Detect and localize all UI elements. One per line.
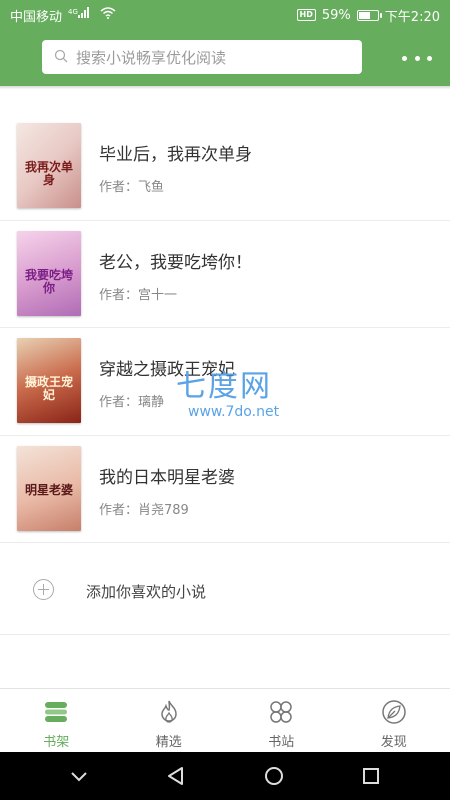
four-circles-icon: [270, 701, 292, 723]
book-item[interactable]: 明星老婆 我的日本明星老婆 作者：肖尧789: [0, 436, 450, 543]
svg-text:4G: 4G: [68, 8, 78, 16]
bottom-tab-bar: 书架 精选 书站 发现: [0, 688, 450, 752]
search-placeholder: 搜索小说畅享优化阅读: [76, 48, 227, 67]
battery-icon: [356, 9, 382, 21]
tab-featured[interactable]: 精选: [113, 689, 226, 752]
book-item[interactable]: 我再次单身 毕业后，我再次单身 作者：飞鱼: [0, 113, 450, 221]
watermark: 七度网 www.7do.net: [176, 370, 306, 430]
home-icon[interactable]: [263, 765, 285, 787]
add-circle-icon: [33, 579, 54, 600]
add-book-label: 添加你喜欢的小说: [86, 583, 207, 601]
book-title: 毕业后，我再次单身: [99, 145, 252, 165]
recents-icon[interactable]: [360, 765, 382, 787]
book-list: 我再次单身 毕业后，我再次单身 作者：飞鱼 我要吃垮你 老公，我要吃垮你！ 作者…: [0, 113, 450, 543]
watermark-title: 七度网: [176, 369, 272, 404]
tab-label: 书站: [268, 735, 295, 750]
header-divider: [0, 86, 450, 89]
battery-percent: 59%: [321, 7, 351, 23]
book-author: 作者：宫十一: [99, 287, 178, 303]
tab-book-station[interactable]: 书站: [225, 689, 338, 752]
book-author: 作者：肖尧789: [99, 502, 189, 518]
tab-discover[interactable]: 发现: [338, 689, 450, 752]
system-nav-bar: [0, 752, 450, 800]
app-header: 搜索小说畅享优化阅读: [0, 30, 450, 86]
signal-icon: 4G: [68, 7, 94, 23]
carrier-label: 中国移动: [10, 9, 63, 25]
book-cover: 明星老婆: [17, 445, 81, 531]
tab-label: 发现: [380, 735, 407, 750]
search-input[interactable]: 搜索小说畅享优化阅读: [42, 40, 362, 74]
leaf-icon: [382, 700, 406, 724]
search-icon: [54, 48, 68, 67]
wifi-icon: [100, 7, 116, 23]
tab-label: 精选: [155, 735, 182, 750]
watermark-url: www.7do.net: [188, 404, 280, 420]
tab-label: 书架: [43, 735, 70, 750]
book-cover: 我再次单身: [17, 123, 81, 208]
flame-icon: [160, 700, 177, 723]
book-author: 作者：璃静: [99, 395, 165, 410]
add-book-button[interactable]: 添加你喜欢的小说: [0, 545, 450, 635]
book-cover: 摄政王宠妃: [17, 338, 81, 423]
book-cover: 我要吃垮你: [17, 230, 81, 316]
hd-icon: HD: [296, 9, 316, 21]
back-icon[interactable]: [165, 765, 187, 787]
more-menu-icon[interactable]: [402, 48, 432, 68]
book-title: 老公，我要吃垮你！: [99, 252, 252, 273]
book-item[interactable]: 我要吃垮你 老公，我要吃垮你！ 作者：宫十一: [0, 221, 450, 328]
status-bar: 中国移动 4G HD 59% 下午2:20: [0, 0, 450, 30]
book-author: 作者：飞鱼: [99, 180, 165, 195]
clock: 下午2:20: [384, 9, 440, 25]
bookshelf-icon: [45, 702, 68, 722]
book-title: 我的日本明星老婆: [99, 467, 235, 488]
chevron-down-icon[interactable]: [68, 765, 90, 787]
tab-bookshelf[interactable]: 书架: [0, 689, 113, 752]
